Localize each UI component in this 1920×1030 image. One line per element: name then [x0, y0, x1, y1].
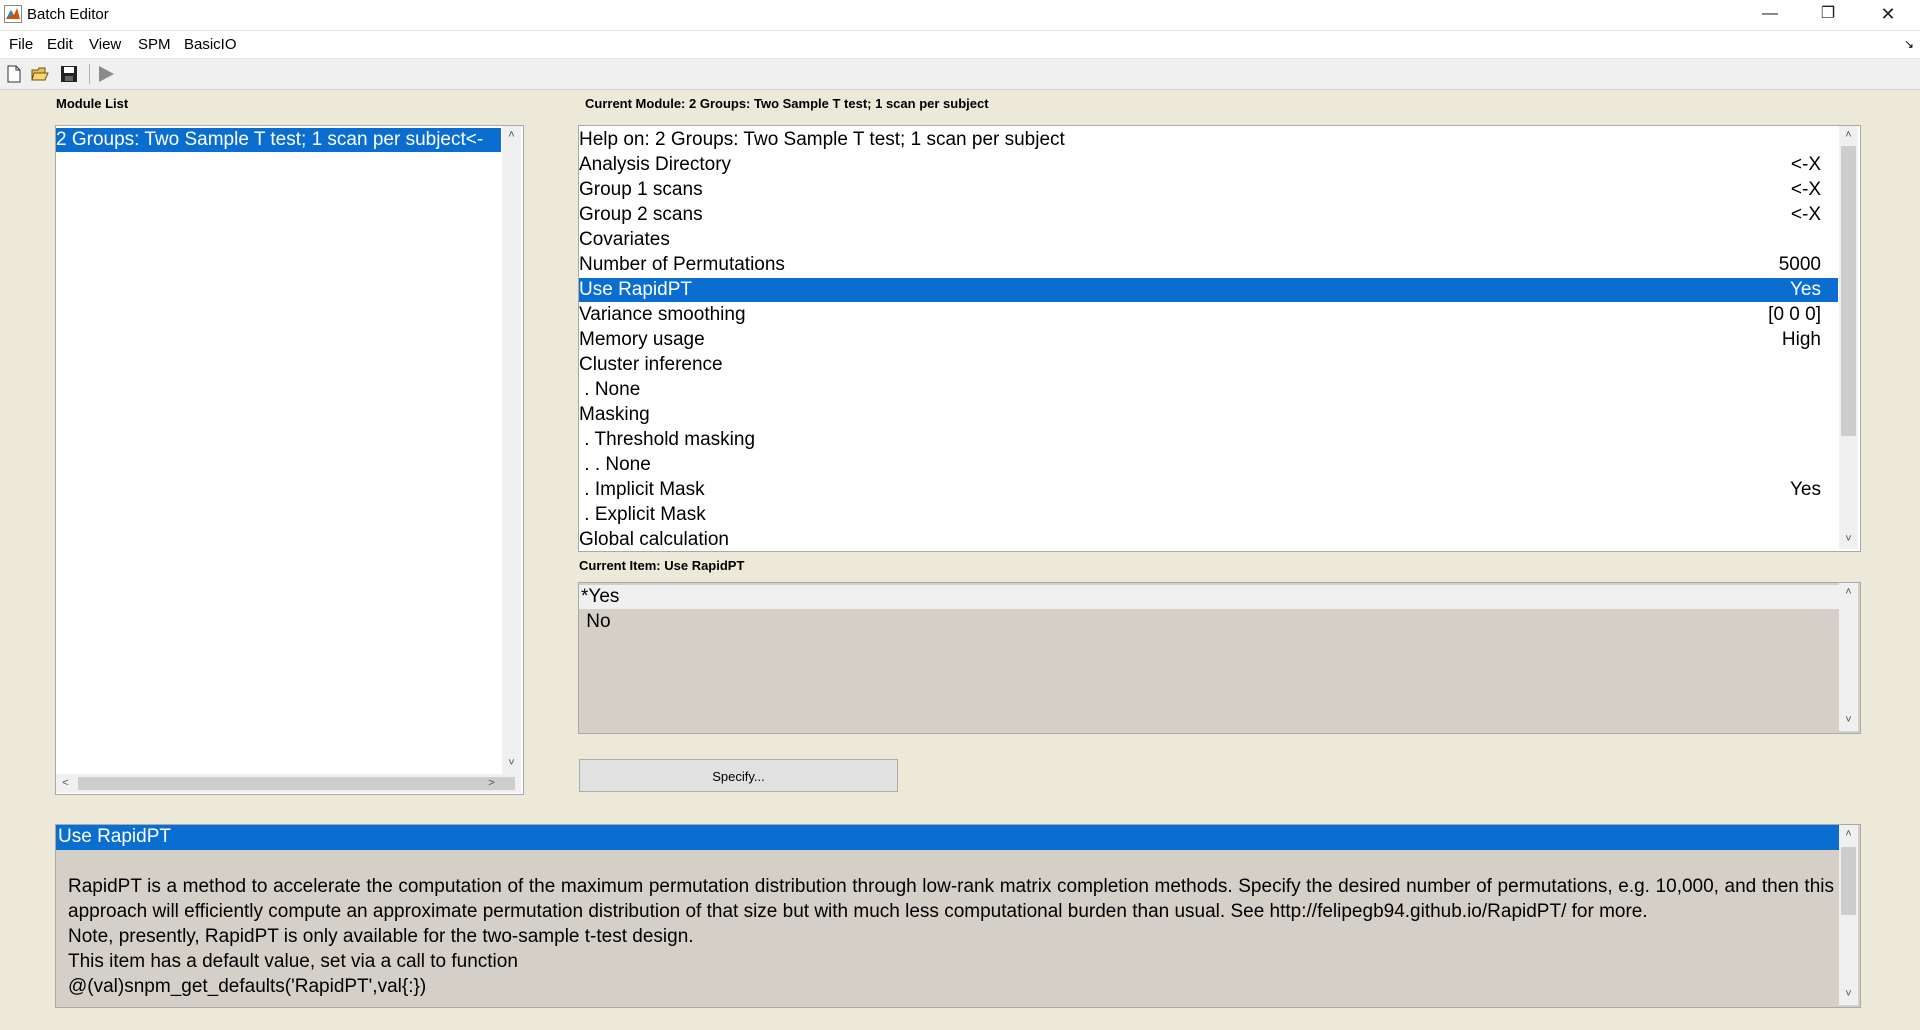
module-row-name: . . None	[579, 454, 651, 475]
module-row-name: Cluster inference	[579, 354, 723, 375]
help-line: Note, presently, RapidPT is only availab…	[68, 926, 694, 947]
close-button[interactable]: ✕	[1865, 0, 1911, 30]
module-list-vscrollbar[interactable]: ˄ ˅	[502, 126, 521, 774]
scroll-up-icon[interactable]: ˄	[502, 126, 521, 144]
module-row-name: Variance smoothing	[579, 304, 746, 325]
restore-button[interactable]: ❐	[1805, 0, 1851, 30]
module-row-name: Number of Permutations	[579, 254, 785, 275]
dock-arrow-icon[interactable]: ↘	[1904, 37, 1914, 51]
menu-basicio[interactable]: BasicIO	[184, 36, 237, 53]
module-row-name: Use RapidPT	[579, 279, 692, 300]
module-row-value: <-X	[1790, 154, 1821, 175]
module-row-name: Analysis Directory	[579, 154, 732, 175]
module-row[interactable]: Help on: 2 Groups: Two Sample T test; 1 …	[579, 128, 1838, 152]
help-line: @(val)snpm_get_defaults('RapidPT',val{:}…	[68, 976, 427, 997]
module-row[interactable]: Cluster inference	[579, 353, 1838, 377]
scroll-down-icon[interactable]: ˅	[502, 754, 521, 772]
matlab-icon	[4, 5, 22, 23]
module-list-hscrollbar[interactable]: < >	[56, 774, 521, 793]
module-list-label: Module List	[56, 96, 129, 111]
module-row[interactable]: Variance smoothing [0 0 0]	[579, 303, 1838, 327]
help-paragraph: RapidPT is a method to accelerate the co…	[68, 876, 1834, 922]
module-row[interactable]: . None	[579, 378, 1838, 402]
module-row[interactable]: Number of Permutations 5000	[579, 253, 1838, 277]
module-row-name: Masking	[579, 404, 650, 425]
current-module-panel: Help on: 2 Groups: Two Sample T test; 1 …	[578, 125, 1861, 552]
module-row-name: Help on: 2 Groups: Two Sample T test; 1 …	[579, 129, 1065, 150]
module-row[interactable]: Group 2 scans <-X	[579, 203, 1838, 227]
module-row-value: <-X	[1790, 204, 1821, 225]
toolbar	[0, 59, 1920, 90]
menu-bar: File Edit View SPM BasicIO ↘	[0, 31, 1920, 58]
module-row-name: . Threshold masking	[579, 429, 756, 450]
title-bar: Batch Editor — ❐ ✕	[0, 0, 1920, 30]
help-title: Use RapidPT	[56, 825, 1841, 850]
module-row[interactable]: Memory usage High	[579, 328, 1838, 352]
scroll-down-icon[interactable]: ˅	[1839, 985, 1858, 1003]
module-list-panel: 2 Groups: Two Sample T test; 1 scan per …	[55, 125, 524, 795]
window-title: Batch Editor	[27, 6, 109, 23]
scroll-down-icon[interactable]: ˅	[1839, 711, 1858, 729]
module-row-value: [0 0 0]	[1768, 304, 1821, 325]
module-row-name: . Explicit Mask	[579, 504, 706, 525]
scroll-right-icon[interactable]: >	[482, 774, 501, 792]
current-item-panel: *Yes No ˄ ˅	[578, 582, 1861, 734]
module-row[interactable]: . . None	[579, 453, 1838, 477]
help-vscrollbar[interactable]: ˄ ˅	[1839, 825, 1858, 1005]
menu-file[interactable]: File	[9, 36, 33, 53]
scroll-thumb[interactable]	[1841, 847, 1856, 915]
option-yes[interactable]: *Yes	[579, 585, 1840, 609]
module-row-value: <-X	[1790, 179, 1821, 200]
run-icon[interactable]	[96, 64, 116, 84]
scroll-up-icon[interactable]: ˄	[1839, 126, 1858, 144]
scroll-up-icon[interactable]: ˄	[1839, 583, 1858, 601]
option-no[interactable]: No	[579, 610, 1840, 634]
menu-view[interactable]: View	[89, 36, 121, 53]
module-row[interactable]: Group 1 scans <-X	[579, 178, 1838, 202]
module-row-value: Yes	[1790, 479, 1821, 500]
module-row[interactable]: . Threshold masking	[579, 428, 1838, 452]
module-row-value: 5000	[1778, 254, 1821, 275]
help-line: This item has a default value, set via a…	[68, 951, 518, 972]
scroll-down-icon[interactable]: ˅	[1839, 530, 1858, 548]
hscroll-thumb[interactable]	[78, 777, 515, 790]
module-row[interactable]: Global calculation	[579, 528, 1838, 551]
current-item-label: Current Item: Use RapidPT	[579, 558, 745, 573]
current-item-vscrollbar[interactable]: ˄ ˅	[1839, 583, 1858, 731]
help-text: RapidPT is a method to accelerate the co…	[68, 874, 1834, 999]
module-row-name: . None	[579, 379, 641, 400]
module-row[interactable]: Masking	[579, 403, 1838, 427]
open-folder-icon[interactable]	[30, 64, 50, 84]
module-row[interactable]: . Explicit Mask	[579, 503, 1838, 527]
module-row[interactable]: Use RapidPT Yes	[579, 278, 1838, 302]
current-module-vscrollbar[interactable]: ˄ ˅	[1839, 126, 1858, 549]
module-row-name: . Implicit Mask	[579, 479, 705, 500]
module-row-name: Group 1 scans	[579, 179, 703, 200]
current-module-label: Current Module: 2 Groups: Two Sample T t…	[585, 96, 989, 111]
module-row-value: High	[1781, 329, 1821, 350]
module-row-value: Yes	[1790, 279, 1821, 300]
toolbar-separator	[89, 64, 90, 84]
module-list-item[interactable]: 2 Groups: Two Sample T test; 1 scan per …	[56, 128, 501, 152]
save-icon[interactable]	[59, 64, 79, 84]
scroll-up-icon[interactable]: ˄	[1839, 825, 1858, 843]
module-row-name: Global calculation	[579, 529, 729, 550]
help-panel: Use RapidPT RapidPT is a method to accel…	[55, 824, 1861, 1008]
module-row-name: Memory usage	[579, 329, 705, 350]
minimize-button[interactable]: —	[1747, 0, 1793, 30]
scroll-left-icon[interactable]: <	[56, 774, 75, 792]
module-row-name: Covariates	[579, 229, 670, 250]
specify-button[interactable]: Specify...	[579, 759, 898, 792]
module-row-name: Group 2 scans	[579, 204, 703, 225]
menu-edit[interactable]: Edit	[47, 36, 73, 53]
new-file-icon[interactable]	[4, 64, 24, 84]
scroll-thumb[interactable]	[1841, 146, 1856, 436]
menu-spm[interactable]: SPM	[138, 36, 171, 53]
module-row[interactable]: Covariates	[579, 228, 1838, 252]
module-row[interactable]: . Implicit Mask Yes	[579, 478, 1838, 502]
module-row[interactable]: Analysis Directory <-X	[579, 153, 1838, 177]
